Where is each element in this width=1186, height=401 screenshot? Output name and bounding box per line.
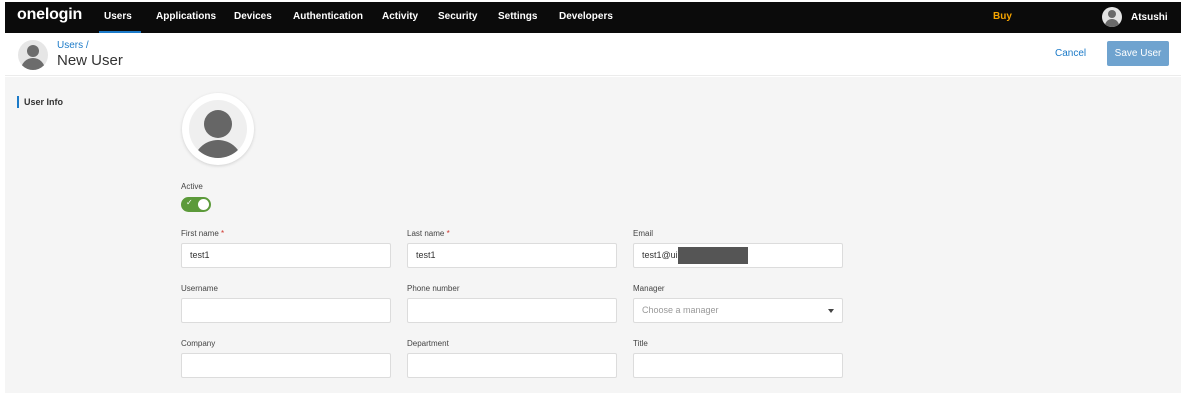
person-icon (189, 100, 247, 158)
onelogin-logo[interactable]: onelogin (17, 6, 82, 24)
check-icon: ✓ (186, 198, 193, 207)
nav-users[interactable]: Users (104, 11, 132, 22)
breadcrumb-users[interactable]: Users / (57, 40, 89, 51)
manager-placeholder: Choose a manager (642, 305, 719, 315)
email-field[interactable]: test1@ui (633, 243, 843, 268)
nav-settings[interactable]: Settings (498, 11, 537, 22)
user-form: Active ✓ First name * test1 Last name * … (161, 77, 1181, 393)
chevron-down-icon (828, 309, 834, 313)
company-field[interactable] (181, 353, 391, 378)
cancel-button[interactable]: Cancel (1055, 48, 1086, 59)
title-label: Title (633, 339, 648, 348)
sidebar: User Info (5, 77, 161, 393)
username-label: Username (181, 284, 218, 293)
nav-developers[interactable]: Developers (559, 11, 613, 22)
active-label: Active (181, 182, 203, 191)
toggle-knob (198, 199, 209, 210)
page-header: Users / New User Cancel Save User (5, 33, 1181, 76)
email-label: Email (633, 229, 654, 238)
first-name-field[interactable]: test1 (181, 243, 391, 268)
department-label: Department (407, 339, 449, 348)
redaction-block (678, 247, 748, 264)
last-name-label: Last name * (407, 229, 450, 238)
active-toggle[interactable]: ✓ (181, 197, 211, 212)
user-avatar-icon (18, 40, 48, 70)
buy-link[interactable]: Buy (993, 11, 1012, 22)
title-field[interactable] (633, 353, 843, 378)
email-value: test1@ui (642, 250, 678, 260)
nav-activity[interactable]: Activity (382, 11, 418, 22)
sidebar-item-user-info[interactable]: User Info (17, 96, 63, 108)
department-field[interactable] (407, 353, 617, 378)
nav-security[interactable]: Security (438, 11, 477, 22)
profile-photo[interactable] (182, 93, 254, 165)
first-name-label: First name * (181, 229, 225, 238)
user-name: Atsushi (1131, 11, 1168, 23)
user-menu[interactable]: Atsushi (1102, 6, 1168, 28)
nav-applications[interactable]: Applications (156, 11, 216, 22)
nav-devices[interactable]: Devices (234, 11, 272, 22)
manager-select[interactable]: Choose a manager (633, 298, 843, 323)
user-avatar-icon (1102, 7, 1122, 27)
company-label: Company (181, 339, 216, 348)
save-user-button[interactable]: Save User (1107, 41, 1169, 66)
manager-label: Manager (633, 284, 665, 293)
top-nav-bar: onelogin Users Applications Devices Auth… (5, 2, 1181, 33)
nav-authentication[interactable]: Authentication (293, 11, 363, 22)
phone-number-label: Phone number (407, 284, 460, 293)
username-field[interactable] (181, 298, 391, 323)
last-name-field[interactable]: test1 (407, 243, 617, 268)
page-title: New User (57, 52, 123, 69)
phone-number-field[interactable] (407, 298, 617, 323)
